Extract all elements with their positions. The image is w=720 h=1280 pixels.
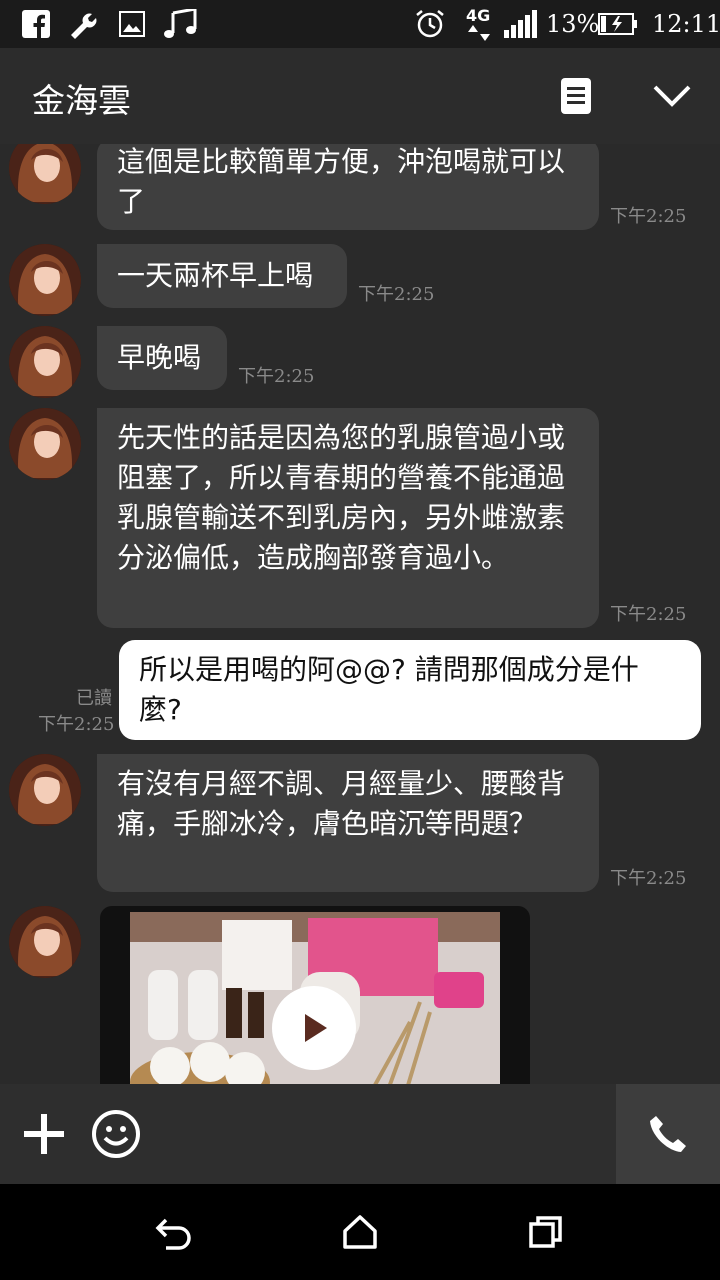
message-text: 一天兩杯早上喝	[117, 259, 314, 292]
play-button[interactable]	[272, 986, 356, 1070]
navigation-bar	[0, 1184, 720, 1280]
back-button[interactable]	[150, 1208, 198, 1256]
message-bubble[interactable]: 有沒有月經不調、月經量少、腰酸背痛，手腳冰冷，膚色暗沉等問題？	[97, 754, 599, 892]
music-icon	[162, 8, 198, 40]
message-text: 有沒有月經不調、月經量少、腰酸背痛，手腳冰冷，膚色暗沉等問題？	[117, 767, 566, 840]
home-icon	[343, 1215, 377, 1249]
battery-icon	[598, 8, 638, 40]
message-text: 早晚喝	[117, 341, 202, 374]
read-receipt: 已讀	[76, 688, 112, 709]
home-button[interactable]	[336, 1208, 384, 1256]
contact-name[interactable]: 金海雲	[32, 74, 131, 122]
message-time: 下午2:25	[238, 366, 315, 387]
battery-percent: 13%	[546, 10, 600, 38]
notes-icon	[561, 78, 591, 114]
avatar[interactable]	[9, 408, 81, 480]
message-text: 先天性的話是因為您的乳腺管過小或阻塞了，所以青春期的營養不能通過乳腺管輸送不到乳…	[117, 421, 566, 574]
collapse-button[interactable]	[646, 70, 698, 122]
play-icon	[305, 1014, 327, 1042]
facebook-icon	[22, 8, 50, 40]
add-button[interactable]	[18, 1108, 70, 1160]
message-bubble[interactable]: 這個是比較簡單方便，沖泡喝就可以了	[97, 144, 599, 230]
call-button[interactable]	[616, 1084, 720, 1184]
emoji-button[interactable]	[90, 1108, 142, 1160]
data-arrows-icon	[466, 24, 492, 42]
input-bar	[0, 1084, 720, 1184]
signal-icon	[504, 8, 538, 40]
chevron-down-icon	[653, 85, 691, 107]
smiley-icon	[92, 1110, 140, 1158]
message-text: 所以是用喝的阿@@? 請問那個成分是什麼?	[139, 653, 639, 726]
video-message[interactable]	[100, 906, 530, 1084]
avatar[interactable]	[9, 754, 81, 826]
message-text: 這個是比較簡單方便，沖泡喝就可以了	[117, 145, 566, 218]
alarm-icon	[414, 8, 446, 40]
chat-header: 金海雲	[0, 48, 720, 144]
avatar[interactable]	[9, 326, 81, 398]
message-bubble-outgoing[interactable]: 所以是用喝的阿@@? 請問那個成分是什麼?	[119, 640, 701, 740]
message-time: 下午2:25	[610, 604, 687, 625]
message-time: 下午2:25	[38, 714, 115, 735]
message-time: 下午2:25	[610, 868, 687, 889]
chat-area[interactable]: 這個是比較簡單方便，沖泡喝就可以了 下午2:25 一天兩杯早上喝 下午2:25 …	[0, 144, 720, 1084]
message-bubble[interactable]: 一天兩杯早上喝	[97, 244, 347, 308]
back-icon	[155, 1218, 191, 1250]
avatar[interactable]	[9, 906, 81, 978]
notes-button[interactable]	[550, 70, 602, 122]
message-bubble[interactable]: 先天性的話是因為您的乳腺管過小或阻塞了，所以青春期的營養不能通過乳腺管輸送不到乳…	[97, 408, 599, 628]
avatar[interactable]	[9, 244, 81, 316]
message-time: 下午2:25	[358, 284, 435, 305]
recents-button[interactable]	[522, 1208, 570, 1256]
message-time: 下午2:25	[610, 206, 687, 227]
message-bubble[interactable]: 早晚喝	[97, 326, 227, 390]
wrench-icon	[66, 8, 100, 40]
network-type: 4G	[466, 6, 491, 25]
image-icon	[118, 8, 146, 40]
recents-icon	[529, 1216, 562, 1248]
status-time: 12:11	[652, 10, 720, 38]
phone-icon	[650, 1116, 686, 1152]
plus-icon	[24, 1114, 64, 1154]
avatar[interactable]	[9, 144, 81, 204]
status-bar: 4G 13% 12:11	[0, 0, 720, 48]
